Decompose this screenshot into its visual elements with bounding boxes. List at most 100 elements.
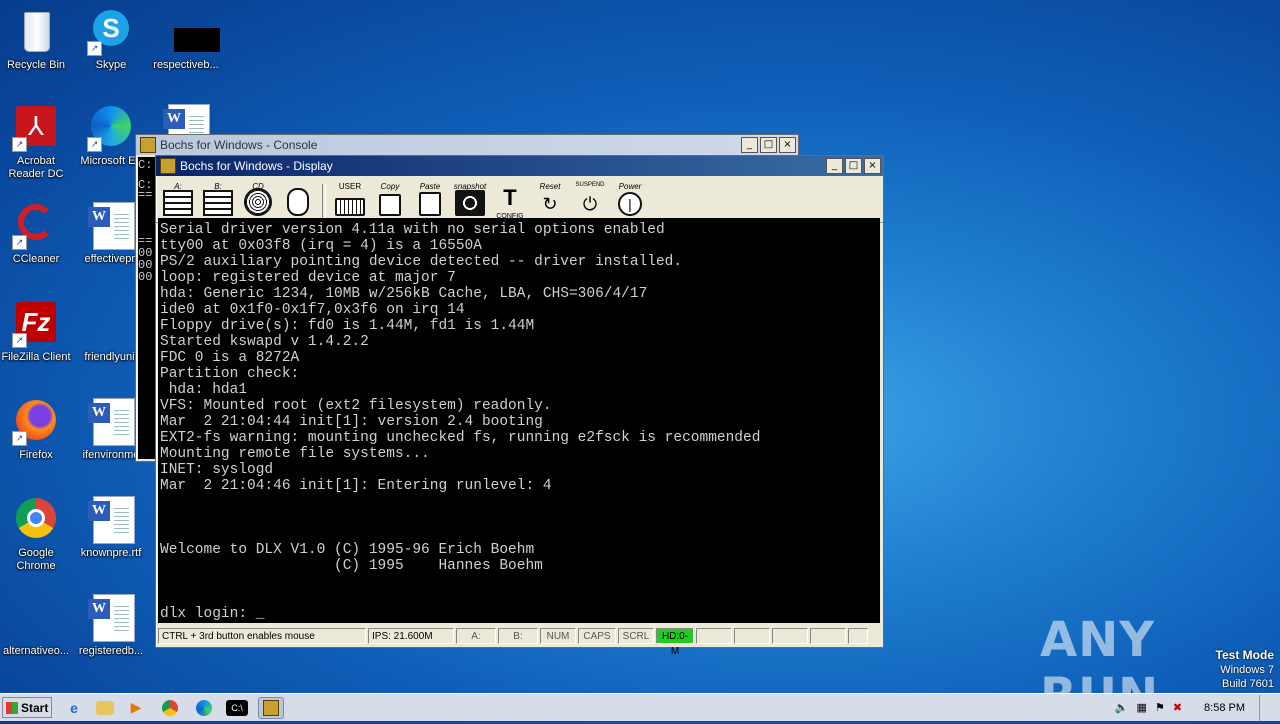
toolbar-label: Power (618, 182, 642, 191)
desktop-icon-knownpre[interactable]: W knownpre.rtf (75, 496, 147, 560)
acrobat-icon: ⅄ ↗ (12, 104, 60, 152)
desktop-icon-skype[interactable]: S ↗ Skype (75, 8, 147, 72)
desktop-icon-ccleaner[interactable]: ↗ CCleaner (0, 202, 72, 266)
desktop-icon-label: CCleaner (12, 253, 60, 265)
display-titlebar[interactable]: Bochs for Windows - Display _ □ × (156, 156, 883, 176)
emulator-screen[interactable]: Serial driver version 4.11a with no seri… (158, 218, 880, 623)
desktop-icon-firefox[interactable]: ↗ Firefox (0, 398, 72, 462)
word-doc-icon: W (87, 202, 135, 250)
flag-notification-icon[interactable]: ⚑ (1155, 701, 1165, 714)
user-button[interactable]: USER (332, 182, 368, 218)
desktop-icon-respectiveb[interactable]: respectiveb... (150, 8, 222, 72)
chrome-icon[interactable] (158, 698, 182, 718)
screen-line: EXT2-fs warning: mounting unchecked fs, … (160, 430, 761, 446)
power-button[interactable]: Power | (612, 182, 648, 218)
action-icon[interactable]: ✖ (1173, 701, 1182, 714)
minimize-button[interactable]: _ (741, 137, 758, 153)
toolbar-label: USER (338, 182, 362, 191)
camera-icon (455, 190, 485, 216)
reset-button[interactable]: Reset ↻ (532, 182, 568, 218)
desktop-icon-label: knownpre.rtf (80, 547, 142, 559)
screen-line: Partition check: (160, 366, 300, 382)
speaker-icon[interactable]: 🔈 (1115, 701, 1129, 714)
desktop-icon-label: Google Chrome (16, 547, 56, 572)
screen-line (160, 494, 880, 510)
screen-line: PS/2 auxiliary pointing device detected … (160, 254, 683, 270)
chrome-icon (12, 496, 60, 544)
screen-line: Floppy drive(s): fd0 is 1.44M, fd1 is 1.… (160, 318, 535, 334)
edge-icon: ↗ (87, 104, 135, 152)
media-player-icon[interactable]: ▶ (124, 698, 148, 718)
keyboard-icon (335, 198, 365, 216)
copy-button[interactable]: Copy (372, 182, 408, 218)
console-titlebar[interactable]: Bochs for Windows - Console _ □ × (136, 135, 798, 155)
status-bar: CTRL + 3rd button enables mouse IPS: 21.… (156, 627, 883, 657)
bochs-toolbar: A: B: CD USER Copy Paste snapshot CONFIG… (156, 176, 883, 223)
ie-icon[interactable]: e (62, 698, 86, 718)
status-ips: IPS: 21.600M (368, 628, 454, 644)
floppy-b-icon (203, 190, 233, 216)
close-button[interactable]: × (779, 137, 796, 153)
window-title: Bochs for Windows - Console (160, 138, 318, 152)
edge-icon[interactable] (192, 698, 216, 718)
screen-line: loop: registered device at major 7 (160, 270, 456, 286)
maximize-button[interactable]: □ (760, 137, 777, 153)
start-button[interactable]: Start (2, 697, 52, 718)
desktop-icon-label: Firefox (19, 449, 53, 461)
windows-flag-icon (6, 701, 18, 714)
desktop-icon-label: respectiveb... (153, 59, 219, 71)
cmd-icon[interactable]: C:\ (226, 699, 248, 716)
screen-line: Mar 2 21:04:44 init[1]: version 2.4 boot… (160, 414, 543, 430)
desktop-icon-alternativeo[interactable]: alternativeo... (0, 594, 72, 658)
network-icon[interactable]: ▦ (1137, 701, 1147, 714)
blank-file-icon (87, 300, 135, 348)
maximize-button[interactable]: □ (845, 158, 862, 174)
minimize-button[interactable]: _ (826, 158, 843, 174)
display-window[interactable]: Bochs for Windows - Display _ □ × A: B: … (155, 155, 884, 657)
toolbar-label: Copy (380, 182, 400, 191)
status-message: CTRL + 3rd button enables mouse (158, 628, 366, 644)
toolbar-label: Paste (419, 182, 441, 191)
desktop-icon-acrobat[interactable]: ⅄ ↗ Acrobat Reader DC (0, 104, 72, 181)
desktop-icon-label: FileZilla Client (1, 351, 71, 363)
config-button[interactable]: CONFIG T (492, 182, 528, 221)
bochs-icon[interactable] (258, 696, 284, 719)
black-file-icon (162, 8, 220, 56)
desktop-icon-chrome[interactable]: Google Chrome (0, 496, 72, 573)
screen-line: hda: hda1 (160, 382, 248, 398)
desktop-icon-label: registeredb... (78, 645, 144, 657)
cdrom-button[interactable]: CD (240, 182, 276, 218)
test-mode-line2: Windows 7 (1220, 664, 1274, 676)
ccleaner-icon: ↗ (12, 202, 60, 250)
status-empty (848, 628, 868, 644)
screen-line: tty00 at 0x03f8 (irq = 4) is a 16550A (160, 238, 482, 254)
floppy-b-button[interactable]: B: (200, 182, 236, 218)
screen-line: VFS: Mounted root (ext2 filesystem) read… (160, 398, 552, 414)
mouse-button[interactable] (280, 182, 316, 218)
status-empty (696, 628, 732, 644)
snapshot-button[interactable]: snapshot (452, 182, 488, 218)
power-icon: | (618, 192, 642, 216)
explorer-icon[interactable] (96, 700, 114, 715)
floppy-a-button[interactable]: A: (160, 182, 196, 218)
clock[interactable]: 8:58 PM (1204, 702, 1245, 714)
toolbar-separator (322, 184, 326, 218)
toolbar-label: Reset (539, 182, 561, 191)
status-empty (734, 628, 770, 644)
screen-line (160, 510, 880, 526)
blank-file-icon (12, 594, 60, 642)
desktop-icon-filezilla[interactable]: Fz ↗ FileZilla Client (0, 300, 72, 364)
desktop-icon-registeredb[interactable]: W registeredb... (75, 594, 147, 658)
test-mode-line1: Test Mode (1215, 648, 1274, 662)
system-tray: 🔈 ▦ ⚑ ✖ 8:58 PM (1115, 694, 1280, 721)
desktop-icon-recycle-bin[interactable]: Recycle Bin (0, 8, 72, 72)
show-desktop-button[interactable] (1259, 694, 1270, 721)
paste-icon (419, 192, 441, 216)
close-button[interactable]: × (864, 158, 881, 174)
reset-icon: ↻ (542, 194, 558, 214)
status-drive-a: A: (456, 628, 496, 644)
taskbar: Start e ▶ C:\ 🔈 ▦ ⚑ ✖ 8:58 PM (0, 693, 1280, 721)
suspend-button[interactable]: SUSPEND ⏻ (572, 182, 608, 218)
screen-line: INET: syslogd (160, 462, 274, 478)
paste-button[interactable]: Paste (412, 182, 448, 218)
